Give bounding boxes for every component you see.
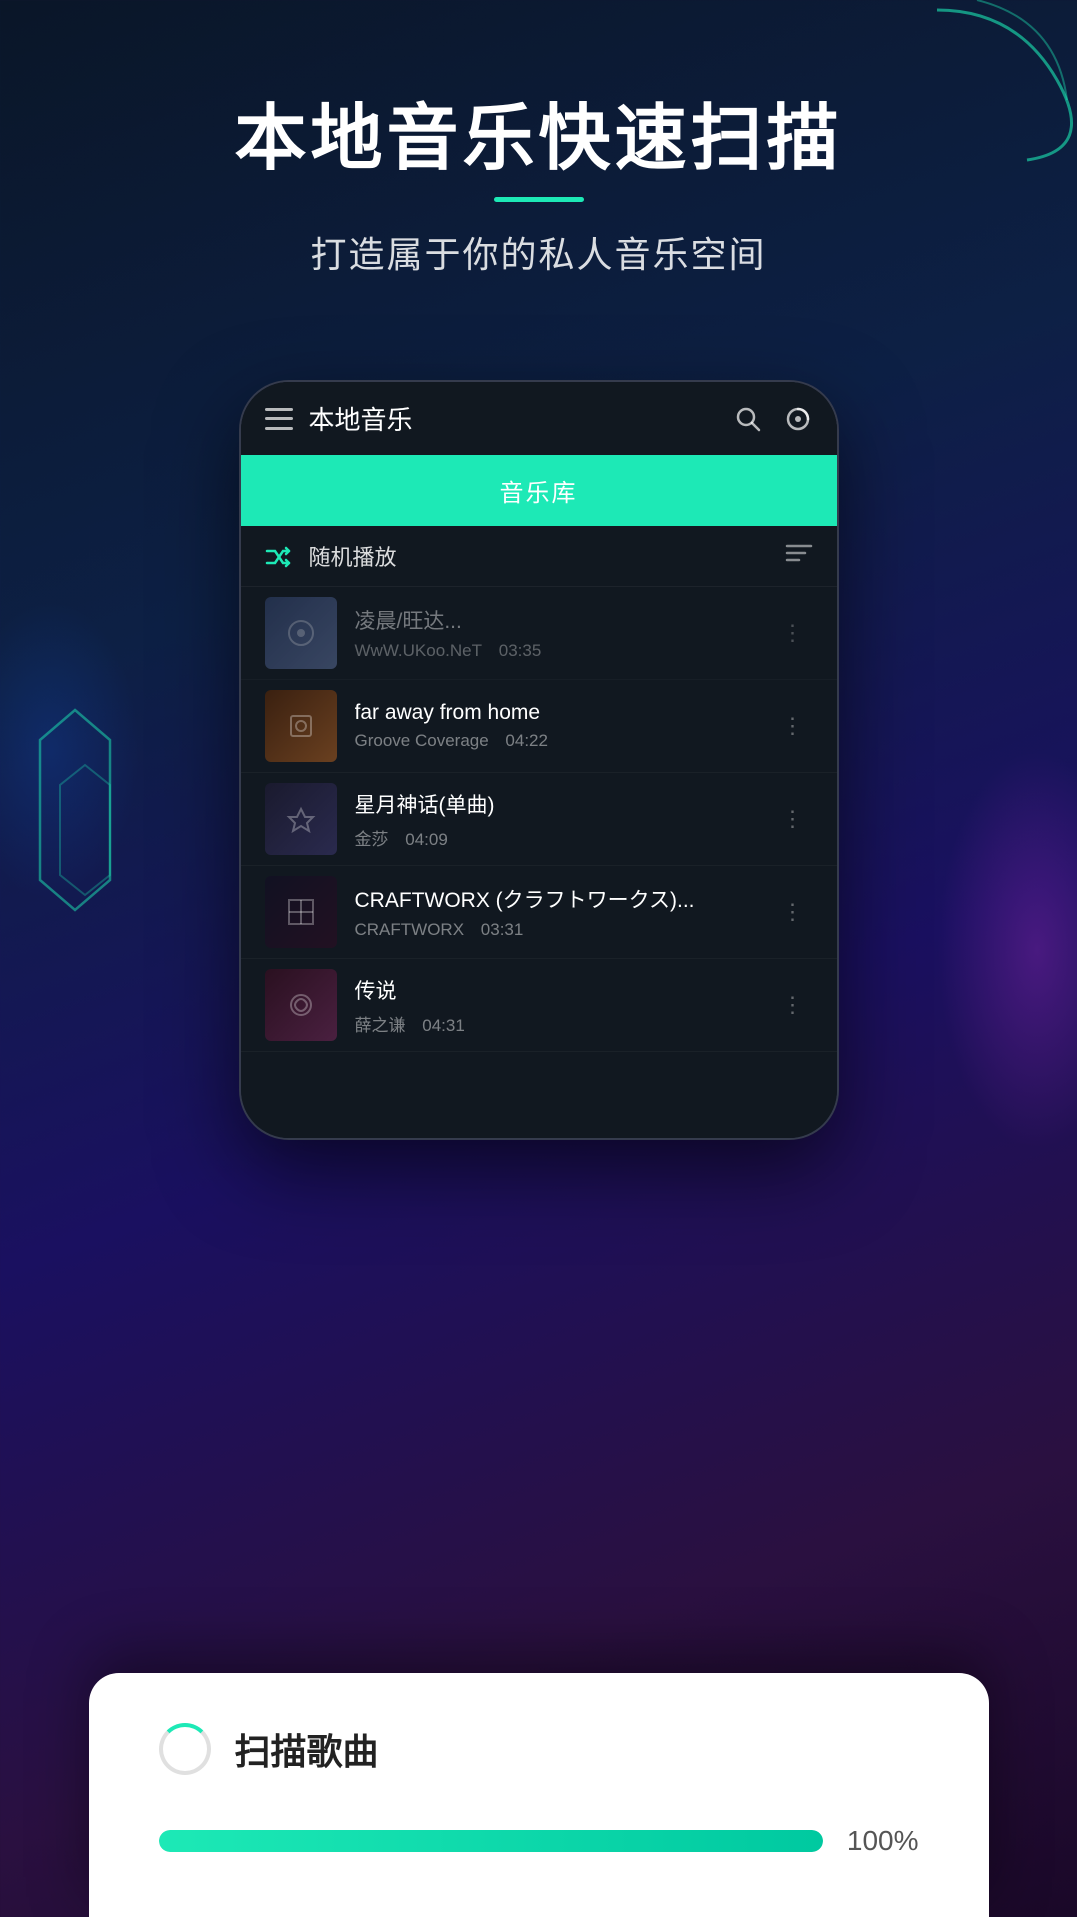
progress-percent-label: 100% <box>847 1825 919 1857</box>
song-duration: 04:09 <box>405 830 448 849</box>
more-icon[interactable]: ⋮ <box>774 705 813 747</box>
list-item[interactable]: CRAFTWORX (クラフトワークス)... CRAFTWORX 03:31 … <box>241 866 837 959</box>
search-icon[interactable] <box>733 404 763 434</box>
deco-bottom-left2 <box>55 760 115 900</box>
song-title: far away from home <box>355 701 774 725</box>
title-underline <box>494 197 584 202</box>
song-info: 星月神话(单曲) 金莎 04:09 <box>355 789 774 850</box>
song-meta: 金莎 04:09 <box>355 825 774 850</box>
song-title: 星月神话(单曲) <box>355 789 774 819</box>
list-item[interactable]: 传说 薛之谦 04:31 ⋮ <box>241 959 837 1052</box>
scan-title: 扫描歌曲 <box>235 1723 379 1775</box>
song-info: 传说 薛之谦 04:31 <box>355 975 774 1036</box>
phone-mockup: 本地音乐 音乐库 <box>239 380 839 1140</box>
sub-title: 打造属于你的私人音乐空间 <box>0 226 1077 278</box>
music-lib-tab[interactable]: 音乐库 <box>241 455 837 526</box>
progress-bar-container: 100% <box>159 1825 919 1857</box>
song-title: CRAFTWORX (クラフトワークス)... <box>355 884 774 914</box>
progress-bar-fill <box>159 1830 823 1852</box>
song-artist: 金莎 <box>355 830 389 849</box>
song-duration: 03:35 <box>499 641 542 660</box>
song-meta: WwW.UKoo.NeT 03:35 <box>355 641 774 661</box>
scan-header: 扫描歌曲 <box>159 1723 919 1775</box>
song-artist: CRAFTWORX <box>355 920 465 939</box>
song-meta: 薛之谦 04:31 <box>355 1011 774 1036</box>
song-duration: 03:31 <box>481 920 524 939</box>
song-meta: CRAFTWORX 03:31 <box>355 920 774 940</box>
topbar-title: 本地音乐 <box>309 400 733 437</box>
album-art <box>265 783 337 855</box>
song-artist: Groove Coverage <box>355 731 489 750</box>
song-title: 传说 <box>355 975 774 1005</box>
list-item[interactable]: 凌晨/旺达... WwW.UKoo.NeT 03:35 ⋮ <box>241 587 837 680</box>
song-info: far away from home Groove Coverage 04:22 <box>355 701 774 751</box>
more-icon[interactable]: ⋮ <box>774 798 813 840</box>
phone-topbar: 本地音乐 <box>241 382 837 455</box>
album-art <box>265 690 337 762</box>
shuffle-icon <box>265 546 293 566</box>
phone-screen: 本地音乐 音乐库 <box>241 382 837 1138</box>
song-info: 凌晨/旺达... WwW.UKoo.NeT 03:35 <box>355 605 774 661</box>
song-artist: WwW.UKoo.NeT <box>355 641 483 660</box>
list-item[interactable]: far away from home Groove Coverage 04:22… <box>241 680 837 773</box>
song-list: 凌晨/旺达... WwW.UKoo.NeT 03:35 ⋮ <box>241 587 837 1138</box>
song-artist: 薛之谦 <box>355 1016 406 1035</box>
song-duration: 04:31 <box>422 1016 465 1035</box>
shuffle-label: 随机播放 <box>309 540 785 572</box>
song-title: 凌晨/旺达... <box>355 605 774 635</box>
album-art <box>265 597 337 669</box>
topbar-icons <box>733 404 813 434</box>
more-icon[interactable]: ⋮ <box>774 612 813 654</box>
more-icon[interactable]: ⋮ <box>774 891 813 933</box>
song-duration: 04:22 <box>505 731 548 750</box>
scan-spinner <box>159 1723 211 1775</box>
scan-dialog: 扫描歌曲 100% <box>89 1673 989 1917</box>
list-item[interactable]: 星月神话(单曲) 金莎 04:09 ⋮ <box>241 773 837 866</box>
album-art <box>265 876 337 948</box>
song-info: CRAFTWORX (クラフトワークス)... CRAFTWORX 03:31 <box>355 884 774 940</box>
song-meta: Groove Coverage 04:22 <box>355 731 774 751</box>
more-icon[interactable]: ⋮ <box>774 984 813 1026</box>
shuffle-row[interactable]: 随机播放 <box>241 526 837 587</box>
sort-icon[interactable] <box>785 542 813 570</box>
header-section: 本地音乐快速扫描 打造属于你的私人音乐空间 <box>0 100 1077 278</box>
menu-icon[interactable] <box>265 408 293 430</box>
main-title: 本地音乐快速扫描 <box>0 100 1077 179</box>
scan-icon[interactable] <box>783 404 813 434</box>
progress-bar-background <box>159 1830 823 1852</box>
deco-glow-purple <box>937 750 1077 1150</box>
album-art <box>265 969 337 1041</box>
